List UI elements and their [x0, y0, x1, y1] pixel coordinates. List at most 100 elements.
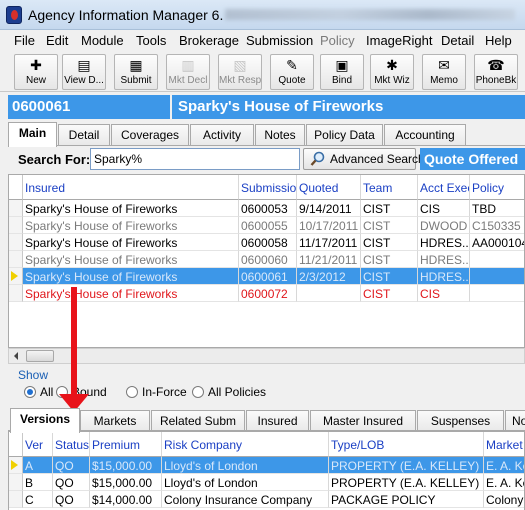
submissions_grid-cell-policy: AA0001041 — [470, 234, 524, 251]
versions_grid-cell-type-lob: PACKAGE POLICY — [329, 491, 484, 508]
menu-tools[interactable]: Tools — [136, 33, 166, 48]
phonebk-button[interactable]: ☎ PhoneBk — [474, 54, 518, 90]
quote-button[interactable]: ✎ Quote — [270, 54, 314, 90]
menu-module[interactable]: Module — [81, 33, 124, 48]
menu-help[interactable]: Help — [485, 33, 512, 48]
submissions_grid-col-team[interactable]: Team — [361, 175, 418, 200]
radio-label: All — [40, 385, 54, 399]
horizontal-scrollbar[interactable] — [8, 348, 525, 364]
view-icon: ▤ — [77, 57, 91, 73]
tab-master-insured[interactable]: Master Insured — [310, 410, 416, 432]
submissions_grid-row[interactable]: Sparky's House of Fireworks 0600072 CIST CI… — [9, 285, 524, 302]
submissions_grid-col-policy[interactable]: Policy — [470, 175, 524, 200]
submissions_grid-cell-insured: Sparky's House of Fireworks — [23, 234, 239, 251]
menu-edit[interactable]: Edit — [46, 33, 68, 48]
magnifier-icon — [310, 151, 326, 170]
show-in-force-radio[interactable]: In-Force — [126, 385, 187, 399]
submissions_grid-row[interactable]: Sparky's House of Fireworks 0600061 2/3/20… — [9, 268, 524, 285]
submissions_grid-row-selector[interactable] — [9, 268, 23, 285]
versions_grid-cell-premium: $15,000.00 — [90, 457, 162, 474]
submissions_grid-col-quoted[interactable]: Quoted — [297, 175, 361, 200]
versions_grid-row[interactable]: A QO $15,000.00 Lloyd's of London PROPERTY (… — [9, 457, 524, 474]
mkt-wiz-button[interactable]: ✱ Mkt Wiz — [370, 54, 414, 90]
view-d-button[interactable]: ▤ View D... — [62, 54, 106, 90]
menu-file[interactable]: File — [14, 33, 35, 48]
show-all-radio[interactable]: All — [24, 385, 53, 399]
versions_grid-col-status[interactable]: Status — [53, 432, 90, 457]
tab-activity[interactable]: Activity — [190, 124, 254, 146]
tab-coverages[interactable]: Coverages — [111, 124, 189, 146]
submissions_grid-row-selector[interactable] — [9, 200, 23, 217]
annotation-arrow-shaft — [71, 287, 77, 399]
submissions_grid-row[interactable]: Sparky's House of Fireworks 0600060 11/21/… — [9, 251, 524, 268]
radio-button-circle[interactable] — [24, 386, 36, 398]
submit-button[interactable]: ▦ Submit — [114, 54, 158, 90]
advanced-search-button[interactable]: Advanced Search — [303, 148, 425, 170]
submission-status: Quote Offered — [420, 148, 525, 170]
market-decline-icon: ▥ — [181, 57, 195, 73]
tab-policy-data[interactable]: Policy Data — [306, 124, 383, 146]
submissions_grid-row-selector[interactable] — [9, 285, 23, 302]
mkt-decl-button[interactable]: ▥ Mkt Decl — [166, 54, 210, 90]
tab-main[interactable]: Main — [8, 122, 57, 147]
menu-brokerage[interactable]: Brokerage — [179, 33, 239, 48]
menu-detail[interactable]: Detail — [441, 33, 474, 48]
submissions_grid-cell-quoted: 9/14/2011 — [297, 200, 361, 217]
mkt-wiz-label: Mkt Wiz — [374, 75, 410, 86]
submissions_grid-header-row: Insured Submission Quoted Team Acct Exec Poli… — [9, 175, 524, 200]
scroll-thumb[interactable] — [26, 350, 54, 362]
submissions_grid-row[interactable]: Sparky's House of Fireworks 0600058 11/17/… — [9, 234, 524, 251]
radio-button-circle[interactable] — [192, 386, 204, 398]
radio-button-circle[interactable] — [126, 386, 138, 398]
versions_grid-col-risk-company[interactable]: Risk Company — [162, 432, 329, 457]
versions_grid-cell-risk-company: Colony Insurance Company — [162, 491, 329, 508]
versions_grid-row-selector[interactable] — [9, 474, 23, 491]
submissions_grid-row-selector[interactable] — [9, 251, 23, 268]
app-icon — [6, 6, 22, 24]
memo-button[interactable]: ✉ Memo — [422, 54, 466, 90]
tab-insured[interactable]: Insured — [246, 410, 309, 432]
mkt-resp-button[interactable]: ▧ Mkt Resp — [218, 54, 262, 90]
submissions_grid-cell-policy — [470, 268, 524, 285]
submissions_grid-cell-insured: Sparky's House of Fireworks — [23, 200, 239, 217]
submissions_grid-col-acct-exec[interactable]: Acct Exec — [418, 175, 470, 200]
tab-versions[interactable]: Versions — [10, 408, 80, 433]
submissions_grid-cell-quoted: 11/17/2011 — [297, 234, 361, 251]
submissions_grid-col-submission[interactable]: Submission — [239, 175, 297, 200]
submissions_grid-row-selector[interactable] — [9, 217, 23, 234]
tab-detail[interactable]: Detail — [58, 124, 110, 146]
versions_grid-row[interactable]: C QO $14,000.00 Colony Insurance Company PAC… — [9, 491, 524, 508]
phonebook-icon: ☎ — [487, 57, 505, 73]
new-button[interactable]: ✚ New — [14, 54, 58, 90]
menu-imageright[interactable]: ImageRight — [366, 33, 432, 48]
versions_grid-cell-ver: A — [23, 457, 53, 474]
show-all-policies-radio[interactable]: All Policies — [192, 385, 266, 399]
search-input[interactable] — [90, 148, 300, 170]
menu-submission[interactable]: Submission — [246, 33, 313, 48]
versions_grid-row-selector[interactable] — [9, 457, 23, 474]
submissions_grid-row[interactable]: Sparky's House of Fireworks 0600053 9/14/2… — [9, 200, 524, 217]
submissions_grid-col-insured[interactable]: Insured — [23, 175, 239, 200]
tab-not[interactable]: Not — [505, 410, 525, 432]
versions_grid-col-ver[interactable]: Ver — [23, 432, 53, 457]
versions_grid-row-selector[interactable] — [9, 491, 23, 508]
versions_grid-col-type-lob[interactable]: Type/LOB — [329, 432, 484, 457]
market-response-icon: ▧ — [233, 57, 247, 73]
tab-accounting[interactable]: Accounting — [384, 124, 466, 146]
versions_grid-row[interactable]: B QO $15,000.00 Lloyd's of London PROPERTY (… — [9, 474, 524, 491]
versions_grid-col-premium[interactable]: Premium — [90, 432, 162, 457]
scroll-left-button[interactable] — [10, 350, 23, 362]
submissions_grid-row-selector[interactable] — [9, 234, 23, 251]
tab-suspenses[interactable]: Suspenses — [417, 410, 504, 432]
submissions_grid-cell-acct-exec: DWOOD — [418, 217, 470, 234]
submissions_grid-cell-insured: Sparky's House of Fireworks — [23, 217, 239, 234]
tab-related-subm[interactable]: Related Subm — [151, 410, 245, 432]
memo-label: Memo — [430, 75, 458, 86]
bind-button[interactable]: ▣ Bind — [320, 54, 364, 90]
submissions_grid-row[interactable]: Sparky's House of Fireworks 0600055 10/17/… — [9, 217, 524, 234]
versions_grid-col-market[interactable]: Market — [484, 432, 524, 457]
tab-markets[interactable]: Markets — [80, 410, 150, 432]
tab-notes[interactable]: Notes — [255, 124, 305, 146]
menu-policy[interactable]: Policy — [320, 33, 355, 48]
submit-icon: ▦ — [129, 57, 143, 73]
